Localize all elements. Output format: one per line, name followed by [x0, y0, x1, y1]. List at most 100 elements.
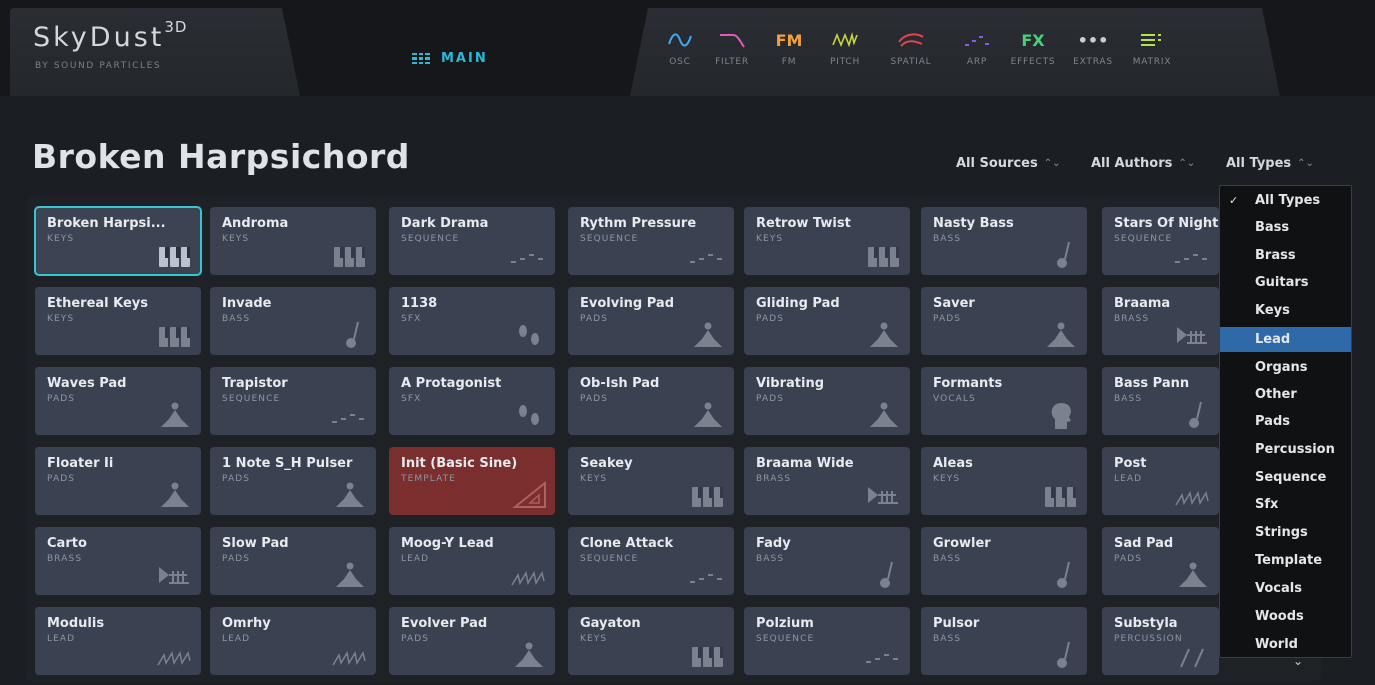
- preset-card[interactable]: Modulis LEAD: [35, 607, 201, 675]
- preset-card[interactable]: Pulsor BASS: [921, 607, 1087, 675]
- preset-card[interactable]: Substyla PERCUSSION: [1102, 607, 1219, 675]
- preset-name: Modulis: [47, 616, 105, 631]
- preset-type: PADS: [401, 634, 430, 644]
- chevron-down-icon[interactable]: ⌄: [1286, 654, 1310, 668]
- dropdown-item-keys[interactable]: Keys: [1220, 298, 1351, 323]
- preset-card[interactable]: Formants VOCALS: [921, 367, 1087, 435]
- chevron-updown-icon: ⌃⌄: [1297, 158, 1314, 169]
- preset-type: SFX: [401, 394, 422, 404]
- preset-card[interactable]: Androma KEYS: [210, 207, 376, 275]
- tab-pitch[interactable]: PITCH: [814, 28, 876, 67]
- preset-card[interactable]: Growler BASS: [921, 527, 1087, 595]
- preset-name: Growler: [933, 536, 991, 551]
- preset-card[interactable]: Fady BASS: [744, 527, 910, 595]
- preset-card[interactable]: Floater Ii PADS: [35, 447, 201, 515]
- preset-name: Carto: [47, 536, 87, 551]
- preset-name: Vibrating: [756, 376, 825, 391]
- preset-name: Dark Drama: [401, 216, 489, 231]
- matrix-icon: [1121, 28, 1183, 52]
- preset-card[interactable]: Sad Pad PADS: [1102, 527, 1219, 595]
- preset-card[interactable]: Nasty Bass BASS: [921, 207, 1087, 275]
- tab-label: MATRIX: [1132, 57, 1172, 67]
- preset-card[interactable]: Post LEAD: [1102, 447, 1219, 515]
- filter-authors[interactable]: All Authors ⌃⌄: [1091, 156, 1195, 171]
- preset-card[interactable]: Seakey KEYS: [568, 447, 734, 515]
- tab-label: ARP: [966, 57, 988, 67]
- top-bar: SkyDust3D BY SOUND PARTICLES MAIN OSC FIL…: [0, 0, 1375, 96]
- preset-name: A Protagonist: [401, 376, 502, 391]
- preset-type: BASS: [1114, 394, 1143, 404]
- preset-card[interactable]: Braama Wide BRASS: [744, 447, 910, 515]
- preset-type: LEAD: [401, 554, 430, 564]
- tab-main[interactable]: MAIN: [412, 51, 488, 66]
- preset-card[interactable]: Omrhy LEAD: [210, 607, 376, 675]
- preset-card[interactable]: Saver PADS: [921, 287, 1087, 355]
- preset-card[interactable]: Init (Basic Sine) TEMPLATE: [389, 447, 555, 515]
- dropdown-item-label: World: [1255, 637, 1298, 652]
- dropdown-item-brass[interactable]: Brass: [1220, 243, 1351, 268]
- preset-card[interactable]: Gliding Pad PADS: [744, 287, 910, 355]
- tab-fm[interactable]: FM FM: [758, 28, 820, 68]
- preset-name: Fady: [756, 536, 791, 551]
- preset-name: Formants: [933, 376, 1003, 391]
- tab-arp[interactable]: ARP: [946, 28, 1008, 67]
- preset-name: Retrow Twist: [756, 216, 851, 231]
- preset-card[interactable]: Broken Harpsi... KEYS: [34, 206, 202, 276]
- preset-card[interactable]: Evolving Pad PADS: [568, 287, 734, 355]
- preset-card[interactable]: 1 Note S_H Pulser PADS: [210, 447, 376, 515]
- preset-card[interactable]: Trapistor SEQUENCE: [210, 367, 376, 435]
- dropdown-item-label: Vocals: [1255, 581, 1302, 596]
- filter-types[interactable]: All Types ⌃⌄: [1226, 156, 1314, 171]
- tab-filter[interactable]: FILTER: [701, 28, 763, 67]
- dropdown-item-strings[interactable]: Strings: [1220, 520, 1351, 545]
- preset-card[interactable]: Polzium SEQUENCE: [744, 607, 910, 675]
- dropdown-item-all-types[interactable]: ✓ All Types: [1220, 188, 1351, 213]
- dropdown-item-template[interactable]: Template: [1220, 548, 1351, 573]
- dropdown-item-lead[interactable]: Lead: [1220, 327, 1351, 352]
- dropdown-item-sfx[interactable]: Sfx: [1220, 492, 1351, 517]
- tab-effects[interactable]: FX EFFECTS: [1002, 28, 1064, 68]
- tab-extras[interactable]: ••• EXTRAS: [1062, 28, 1124, 68]
- preset-card[interactable]: Ob-Ish Pad PADS: [568, 367, 734, 435]
- dropdown-item-other[interactable]: Other: [1220, 382, 1351, 407]
- dropdown-item-label: Keys: [1255, 303, 1290, 318]
- preset-type: BRASS: [1114, 314, 1150, 324]
- preset-name: Braama: [1114, 296, 1171, 311]
- preset-type: SEQUENCE: [401, 234, 460, 244]
- dropdown-item-pads[interactable]: Pads: [1220, 409, 1351, 434]
- preset-name: 1 Note S_H Pulser: [222, 456, 353, 471]
- dropdown-item-organs[interactable]: Organs: [1220, 355, 1351, 380]
- dropdown-item-bass[interactable]: Bass: [1220, 215, 1351, 240]
- preset-name: Evolving Pad: [580, 296, 675, 311]
- preset-card[interactable]: Evolver Pad PADS: [389, 607, 555, 675]
- dropdown-item-woods[interactable]: Woods: [1220, 604, 1351, 629]
- bass-icon: [1043, 641, 1079, 669]
- preset-card[interactable]: Vibrating PADS: [744, 367, 910, 435]
- preset-card[interactable]: Dark Drama SEQUENCE: [389, 207, 555, 275]
- preset-card[interactable]: A Protagonist SFX: [389, 367, 555, 435]
- dropdown-item-sequence[interactable]: Sequence: [1220, 465, 1351, 490]
- tab-matrix[interactable]: MATRIX: [1121, 28, 1183, 67]
- dropdown-item-vocals[interactable]: Vocals: [1220, 576, 1351, 601]
- lead-wave-icon: [332, 641, 368, 669]
- preset-card[interactable]: Gayaton KEYS: [568, 607, 734, 675]
- dropdown-item-label: Sfx: [1255, 497, 1279, 512]
- preset-card[interactable]: Carto BRASS: [35, 527, 201, 595]
- preset-card[interactable]: Stars Of Night SEQUENCE: [1102, 207, 1219, 275]
- preset-card[interactable]: Retrow Twist KEYS: [744, 207, 910, 275]
- preset-card[interactable]: Moog-Y Lead LEAD: [389, 527, 555, 595]
- preset-card[interactable]: Braama BRASS: [1102, 287, 1219, 355]
- dropdown-item-guitars[interactable]: Guitars: [1220, 270, 1351, 295]
- tab-spatial[interactable]: SPATIAL: [880, 28, 942, 67]
- filter-sources[interactable]: All Sources ⌃⌄: [956, 156, 1061, 171]
- preset-card[interactable]: 1138 SFX: [389, 287, 555, 355]
- preset-card[interactable]: Invade BASS: [210, 287, 376, 355]
- preset-card[interactable]: Aleas KEYS: [921, 447, 1087, 515]
- preset-card[interactable]: Rythm Pressure SEQUENCE: [568, 207, 734, 275]
- preset-card[interactable]: Bass Pann BASS: [1102, 367, 1219, 435]
- preset-card[interactable]: Slow Pad PADS: [210, 527, 376, 595]
- preset-card[interactable]: Waves Pad PADS: [35, 367, 201, 435]
- preset-card[interactable]: Ethereal Keys KEYS: [35, 287, 201, 355]
- dropdown-item-percussion[interactable]: Percussion: [1220, 437, 1351, 462]
- preset-card[interactable]: Clone Attack SEQUENCE: [568, 527, 734, 595]
